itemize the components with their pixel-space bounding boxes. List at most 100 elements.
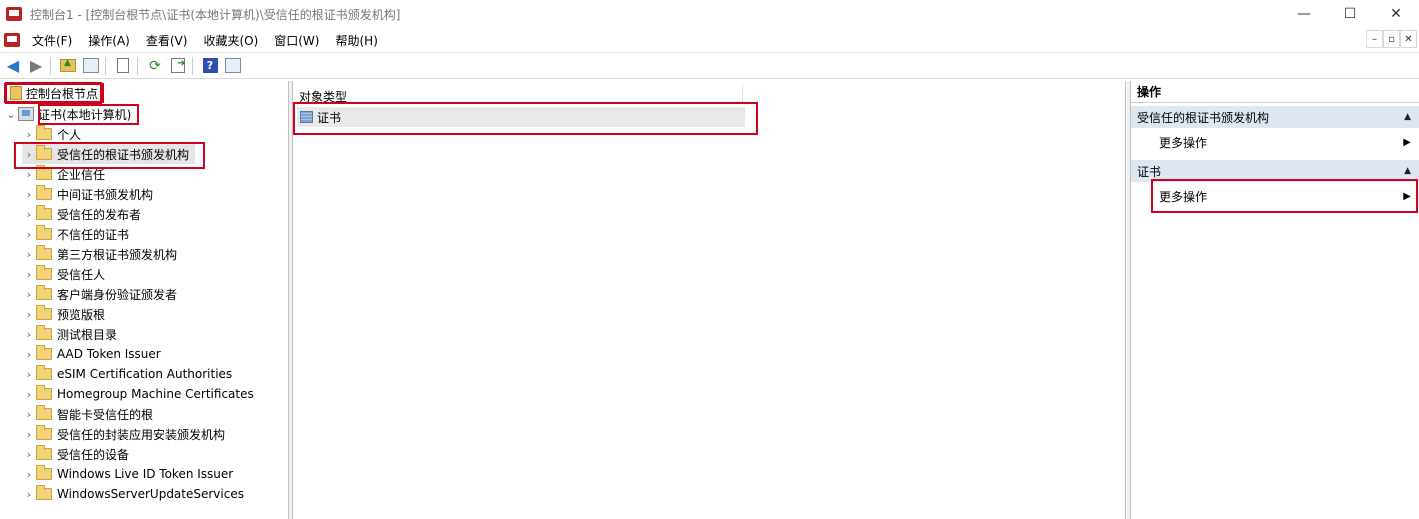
back-button[interactable]: ◀ [3, 56, 23, 76]
tree-node-store[interactable]: › 受信任的封装应用安装颁发机构 [22, 424, 231, 444]
expand-chevron-icon[interactable]: › [22, 268, 36, 281]
tree-node-store[interactable]: › 不信任的证书 [22, 224, 135, 244]
mdi-minimize-button[interactable]: – [1366, 30, 1383, 48]
up-one-level-button[interactable] [58, 56, 78, 76]
expanded-chevron-icon[interactable]: ⌄ [4, 108, 18, 121]
tree-node-label: 受信任的封装应用安装颁发机构 [57, 427, 226, 442]
tree-node-store[interactable]: › 第三方根证书颁发机构 [22, 244, 183, 264]
expand-chevron-icon[interactable]: › [22, 128, 36, 141]
refresh-button[interactable]: ⟳ [145, 56, 165, 76]
expand-chevron-icon[interactable]: › [22, 388, 36, 401]
refresh-icon: ⟳ [149, 57, 161, 74]
console-tree-pane: 控制台根节点 ⌄ 证书(本地计算机) › 个人 › 受信任的根证书颁发机构 › 企业信任 ›… [0, 81, 289, 519]
expand-chevron-icon[interactable]: › [22, 468, 36, 481]
toolbar-separator [192, 56, 193, 75]
tree-node-store[interactable]: › 受信任的设备 [22, 444, 135, 464]
export-list-button[interactable] [168, 56, 188, 76]
more-actions-item[interactable]: 更多操作 ▶ [1159, 131, 1415, 153]
mdi-close-button[interactable]: ✕ [1400, 30, 1417, 48]
expand-chevron-icon[interactable]: › [22, 448, 36, 461]
actions-section-certificates[interactable]: 证书 ▲ [1131, 160, 1419, 182]
tree-node-label: Homegroup Machine Certificates [57, 387, 254, 401]
show-action-pane-button[interactable] [223, 56, 243, 76]
more-actions-item[interactable]: 更多操作 ▶ [1159, 185, 1415, 207]
tree-node-local-computer-certs[interactable]: ⌄ 证书(本地计算机) [4, 104, 131, 124]
folder-icon [36, 345, 52, 360]
show-hide-tree-button[interactable] [81, 56, 101, 76]
tree-node-store[interactable]: › 智能卡受信任的根 [22, 404, 159, 424]
tree-node-label: 中间证书颁发机构 [57, 187, 154, 202]
tree-node-store[interactable]: › 客户端身份验证颁发者 [22, 284, 183, 304]
expand-chevron-icon[interactable]: › [22, 488, 36, 501]
folder-icon [36, 365, 52, 380]
forward-icon: ▶ [29, 56, 43, 75]
section-label: 受信任的根证书颁发机构 [1137, 110, 1270, 125]
column-header-object-type[interactable]: 对象类型 [299, 87, 347, 105]
maximize-button[interactable]: ☐ [1327, 0, 1373, 28]
menu-favorites[interactable]: 收藏夹(O) [195, 32, 266, 49]
tree-node-store[interactable]: › 受信任的根证书颁发机构 [22, 144, 196, 164]
menu-action[interactable]: 操作(A) [80, 32, 138, 49]
tree-root-label: 控制台根节点 [26, 86, 99, 101]
expand-chevron-icon[interactable]: › [22, 308, 36, 321]
expand-chevron-icon[interactable]: › [22, 228, 36, 241]
expand-chevron-icon[interactable]: › [22, 208, 36, 221]
expand-chevron-icon[interactable]: › [22, 288, 36, 301]
tree-node-store[interactable]: › AAD Token Issuer [22, 344, 167, 364]
expand-chevron-icon[interactable]: › [22, 368, 36, 381]
folder-icon [36, 385, 52, 400]
tree-node-label: Windows Live ID Token Issuer [57, 467, 234, 481]
tree-node-label: 证书(本地计算机) [38, 107, 132, 122]
help-icon: ? [202, 58, 218, 73]
tree-node-store[interactable]: › 受信任的发布者 [22, 204, 147, 224]
folder-icon [36, 445, 52, 460]
tree-node-store[interactable]: › Homegroup Machine Certificates [22, 384, 260, 404]
tree-node-store[interactable]: › 中间证书颁发机构 [22, 184, 159, 204]
folder-icon [36, 325, 52, 340]
expand-chevron-icon[interactable]: › [22, 248, 36, 261]
column-divider[interactable] [742, 85, 743, 103]
tree-node-store[interactable]: › 企业信任 [22, 164, 111, 184]
expand-chevron-icon[interactable]: › [22, 328, 36, 341]
mdi-restore-button[interactable]: ▫ [1383, 30, 1400, 48]
help-button[interactable]: ? [200, 56, 220, 76]
folder-icon [36, 465, 52, 480]
menu-file[interactable]: 文件(F) [24, 32, 80, 49]
tree-node-store[interactable]: › 受信任人 [22, 264, 111, 284]
tree-node-store[interactable]: › 测试根目录 [22, 324, 123, 344]
collapse-up-icon[interactable]: ▲ [1404, 166, 1411, 176]
menu-window[interactable]: 窗口(W) [266, 32, 327, 49]
tree-root-node[interactable]: 控制台根节点 [4, 83, 105, 103]
folder-icon [36, 405, 52, 420]
export-list-icon [171, 58, 185, 73]
expand-chevron-icon[interactable]: › [22, 168, 36, 181]
menu-bar: 文件(F) 操作(A) 查看(V) 收藏夹(O) 窗口(W) 帮助(H) – ▫… [0, 28, 1419, 53]
forward-button[interactable]: ▶ [26, 56, 46, 76]
tree-node-store[interactable]: › 个人 [22, 124, 87, 144]
expand-chevron-icon[interactable]: › [22, 188, 36, 201]
collapse-up-icon[interactable]: ▲ [1404, 112, 1411, 122]
certificate-icon [300, 111, 313, 123]
tree-node-store[interactable]: › eSIM Certification Authorities [22, 364, 238, 384]
expand-chevron-icon[interactable]: › [22, 408, 36, 421]
document-icon[interactable] [4, 33, 20, 47]
expand-chevron-icon[interactable]: › [22, 428, 36, 441]
folder-icon [36, 485, 52, 500]
expand-chevron-icon[interactable]: › [22, 348, 36, 361]
properties-button[interactable] [113, 56, 133, 76]
toolbar-separator [137, 56, 138, 75]
minimize-button[interactable]: — [1281, 0, 1327, 28]
menu-view[interactable]: 查看(V) [138, 32, 196, 49]
tree-node-store[interactable]: › 预览版根 [22, 304, 111, 324]
menu-help[interactable]: 帮助(H) [327, 32, 385, 49]
toolbar: ◀ ▶ ⟳ ? [0, 53, 1419, 79]
expand-chevron-icon[interactable]: › [22, 148, 36, 161]
actions-pane: 操作 受信任的根证书颁发机构 ▲ 更多操作 ▶ 证书 ▲ 更多操作 ▶ [1130, 81, 1419, 519]
actions-section-trusted-root[interactable]: 受信任的根证书颁发机构 ▲ [1131, 106, 1419, 128]
tree-node-label: 不信任的证书 [57, 227, 130, 242]
close-button[interactable]: ✕ [1373, 0, 1419, 28]
window-title: 控制台1 - [控制台根节点\证书(本地计算机)\受信任的根证书颁发机构] [30, 7, 401, 22]
tree-node-store[interactable]: › WindowsServerUpdateServices [22, 484, 250, 504]
tree-node-store[interactable]: › Windows Live ID Token Issuer [22, 464, 239, 484]
list-item[interactable]: 证书 [297, 107, 745, 127]
